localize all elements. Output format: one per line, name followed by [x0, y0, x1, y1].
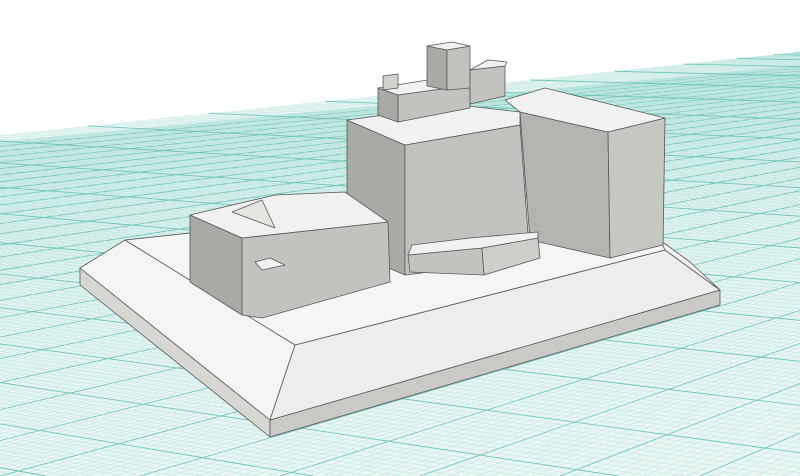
roof-tower-front-face — [446, 45, 471, 91]
3d-viewport[interactable] — [0, 0, 800, 476]
roof-small-box — [382, 73, 399, 91]
viewport-canvas[interactable] — [0, 0, 800, 476]
roof-tower-left-face — [426, 45, 448, 91]
right-wing-front-face — [607, 117, 666, 259]
